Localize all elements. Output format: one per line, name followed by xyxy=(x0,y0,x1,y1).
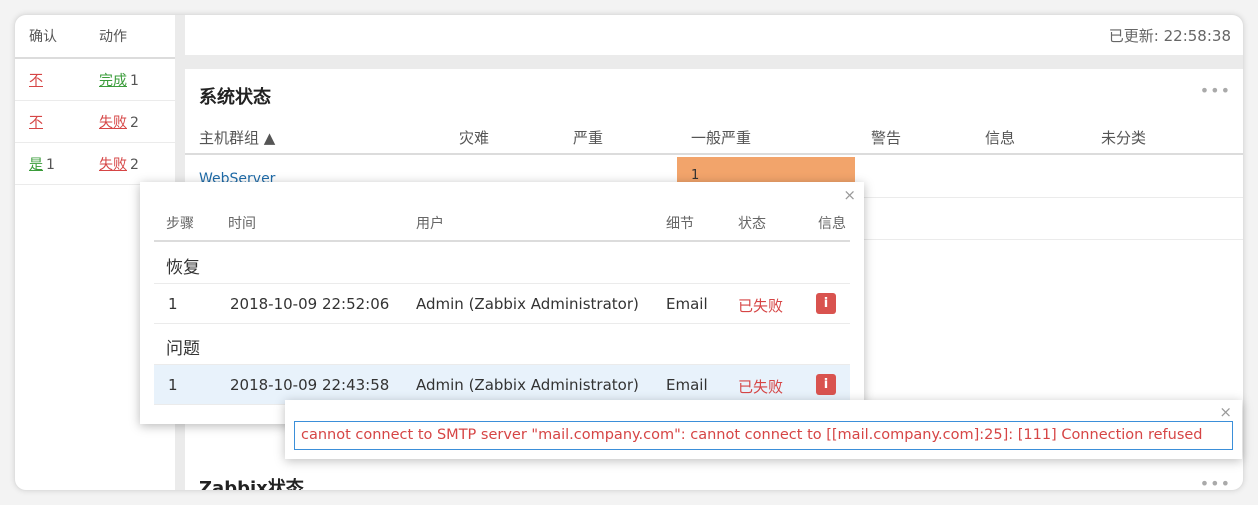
time-column-header: 时间 xyxy=(228,216,256,232)
table-row: 不 完成 1 xyxy=(15,59,175,101)
status-value: 已失败 xyxy=(738,297,784,315)
table-row: 不 失败 2 xyxy=(15,101,175,143)
detail-value: Email xyxy=(666,376,708,394)
close-icon[interactable]: × xyxy=(1219,403,1232,421)
status-column-header: 状态 xyxy=(738,216,766,232)
section-title: 恢复 xyxy=(154,244,850,284)
average-column-header: 一般严重 xyxy=(691,129,752,147)
high-column-header: 严重 xyxy=(573,129,604,147)
host-group-column-header[interactable]: 主机群组 ▲ xyxy=(199,127,275,148)
status-value: 已失败 xyxy=(738,378,784,396)
info-icon[interactable]: i xyxy=(816,293,836,314)
section-title: 问题 xyxy=(154,325,850,365)
table-row: 是1 失败 2 xyxy=(15,143,175,185)
widget-title: 系统状态 xyxy=(199,87,271,108)
action-status-link[interactable]: 失败 xyxy=(99,115,127,131)
actions-popup: × 步骤 时间 用户 细节 状态 信息 恢复 1 2018-10-09 22:5… xyxy=(140,182,864,424)
details-column-header: 细节 xyxy=(666,216,694,232)
step-column-header: 步骤 xyxy=(166,216,194,232)
problems-table-header: 确认 动作 xyxy=(15,15,175,59)
widget-menu-icon[interactable]: ••• xyxy=(1200,474,1231,490)
table-row: 1 2018-10-09 22:52:06 Admin (Zabbix Admi… xyxy=(154,284,850,324)
user-value: Admin (Zabbix Administrator) xyxy=(416,295,639,313)
action-count: 2 xyxy=(130,156,139,173)
error-message[interactable]: cannot connect to SMTP server "mail.comp… xyxy=(294,421,1233,450)
action-count: 1 xyxy=(130,72,139,89)
information-column-header: 信息 xyxy=(985,129,1016,147)
widget-menu-icon[interactable]: ••• xyxy=(1200,81,1231,100)
close-icon[interactable]: × xyxy=(843,186,856,204)
widget-title: Zabbix状态 xyxy=(199,478,304,491)
not-classified-column-header: 未分类 xyxy=(1101,129,1147,147)
info-column-header: 信息 xyxy=(818,216,846,232)
zabbix-status-widget: Zabbix状态 ••• xyxy=(185,464,1243,491)
user-column-header: 用户 xyxy=(416,216,444,232)
last-updated-time: 已更新: 22:58:38 xyxy=(1108,27,1231,45)
step-value: 1 xyxy=(168,376,178,394)
user-value: Admin (Zabbix Administrator) xyxy=(416,376,639,394)
action-status-link[interactable]: 完成 xyxy=(99,73,127,89)
top-bar: 已更新: 22:58:38 xyxy=(185,15,1243,55)
disaster-column-header: 灾难 xyxy=(459,129,490,147)
actions-popup-header: 步骤 时间 用户 细节 状态 信息 xyxy=(154,208,850,242)
ack-count: 1 xyxy=(46,156,55,173)
detail-value: Email xyxy=(666,295,708,313)
ack-column-header[interactable]: 确认 xyxy=(15,26,85,46)
system-status-header: 主机群组 ▲ 灾难 严重 一般严重 警告 信息 未分类 xyxy=(185,121,1243,155)
time-value: 2018-10-09 22:52:06 xyxy=(230,295,390,313)
warning-column-header: 警告 xyxy=(871,129,902,147)
time-value: 2018-10-09 22:43:58 xyxy=(230,376,390,394)
ack-link[interactable]: 不 xyxy=(29,73,43,89)
error-hint-box: × cannot connect to SMTP server "mail.co… xyxy=(285,400,1242,459)
actions-column-header[interactable]: 动作 xyxy=(85,26,175,46)
info-icon[interactable]: i xyxy=(816,374,836,395)
step-value: 1 xyxy=(168,295,178,313)
ack-link[interactable]: 是 xyxy=(29,157,43,173)
ack-link[interactable]: 不 xyxy=(29,115,43,131)
action-status-link[interactable]: 失败 xyxy=(99,157,127,173)
action-count: 2 xyxy=(130,114,139,131)
table-row: 1 2018-10-09 22:43:58 Admin (Zabbix Admi… xyxy=(154,365,850,405)
